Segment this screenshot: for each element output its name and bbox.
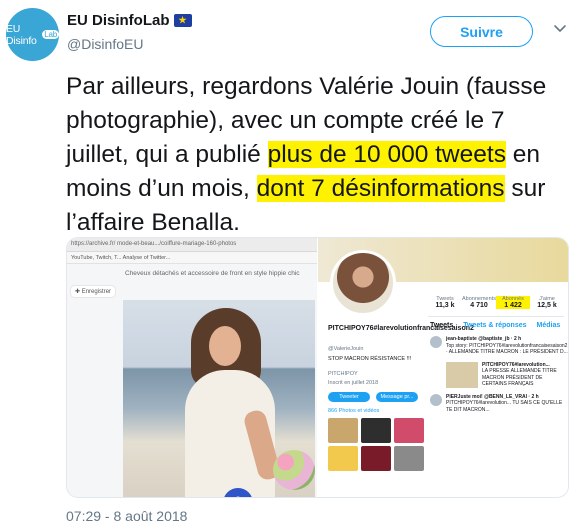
feed-text: LA PRESSE ALLEMANDE TITRE MACRON PRÉSIDE…	[482, 368, 557, 387]
twitter-profile-screenshot: Tweets 11,3 k Abonnements 4 710 Abonnés 1 4…	[318, 238, 568, 497]
site-header: Cheveux détachés et accessoire de front …	[125, 270, 300, 277]
photo-face	[209, 326, 241, 366]
stat-followers: Abonnés 1 422	[496, 296, 530, 309]
profile-location: PITCHIPOY	[328, 371, 358, 377]
feed-avatar	[430, 336, 442, 348]
photos-label: 866 Photos et vidéos	[328, 408, 380, 414]
stat-value: 12,5 k	[537, 302, 557, 309]
stat-value: 11,3 k	[435, 302, 455, 309]
feed-item: PITCHIPOY76#larevolution... LA PRESSE ALL…	[430, 361, 568, 388]
photo-thumbnails	[328, 418, 428, 471]
feed-author: PITCHIPOY76#larevolution...	[482, 361, 550, 368]
display-name-text: EU DisinfoLab	[67, 12, 170, 29]
save-label: Enregistrer	[81, 289, 112, 295]
stat-likes: J'aime 12,5 k	[530, 296, 564, 309]
tab-tweets: Tweets	[430, 322, 454, 329]
stats-divider	[428, 316, 564, 317]
avatar-text: EU Disinfo	[6, 22, 37, 47]
address-bar: https://archive.fr/ mode-et-beau.../coif…	[67, 238, 317, 252]
account-handle[interactable]: @DisinfoEU	[67, 36, 143, 52]
feed-author: jean-baptiste @baptiste_jb · 2 h	[446, 336, 522, 342]
feed-item: PIERJuste moi! @BENN_LE_VRAI · 2 h PITCHI…	[430, 393, 568, 414]
display-name[interactable]: EU DisinfoLab ★	[67, 12, 192, 29]
feed-body: PIERJuste moi! @BENN_LE_VRAI · 2 h PITCHI…	[446, 394, 568, 414]
thumbnail	[394, 446, 424, 471]
thumbnail	[394, 418, 424, 443]
stat-following: Abonnements 4 710	[462, 296, 496, 309]
tweet-highlight: dont 7 désinformations	[256, 175, 505, 202]
web-screenshot: https://archive.fr/ mode-et-beau.../coif…	[67, 238, 317, 497]
feed-text: Top story: PITCHIPOY76#larevolutionfranc…	[446, 342, 568, 356]
message-button: Message pr...	[376, 392, 418, 402]
feed-body: jean-baptiste @baptiste_jb · 2 h Top stor…	[446, 336, 568, 356]
stat-tweets: Tweets 11,3 k	[428, 296, 462, 309]
save-button: ✚ Enregistrer	[71, 286, 116, 297]
stat-value: 4 710	[470, 302, 488, 309]
thumbnail	[328, 446, 358, 471]
feed-text: PITCHIPOY76#larevolution... TU SAIS CE Q…	[446, 400, 563, 413]
tweet-media[interactable]: https://archive.fr/ mode-et-beau.../coif…	[66, 237, 569, 498]
tweet-highlight: plus de 10 000 tweets	[267, 141, 506, 168]
feed-item: jean-baptiste @baptiste_jb · 2 h Top stor…	[430, 336, 568, 356]
thumbnail	[328, 418, 358, 443]
profile-meta: PITCHIPOY Inscrit en juillet 2018	[328, 370, 378, 388]
avatar-badge: Lab	[42, 30, 59, 39]
profile-handle: @ValerieJouin	[328, 346, 364, 352]
profile-stats: Tweets 11,3 k Abonnements 4 710 Abonnés 1 4…	[428, 296, 564, 309]
feed-image	[446, 361, 478, 388]
tweet-button: Tweeter	[328, 392, 370, 402]
feed-avatar	[430, 393, 442, 406]
bookmarks-bar: YouTube, Twitch, T... Analyse of Twitter…	[67, 252, 317, 264]
account-avatar[interactable]: EU Disinfo Lab	[6, 8, 59, 61]
stat-value: 1 422	[504, 302, 522, 309]
tab-media: Médias	[536, 322, 561, 329]
wedding-photo: +	[123, 300, 315, 497]
feed-body: PITCHIPOY76#larevolution... LA PRESSE ALL…	[482, 362, 568, 388]
eu-flag-icon: ★	[173, 14, 192, 27]
chevron-down-icon[interactable]	[552, 20, 568, 36]
feed-author: PIERJuste moi! @BENN_LE_VRAI · 2 h	[446, 393, 539, 400]
tab-replies: Tweets & réponses	[463, 322, 527, 329]
tweet-timestamp[interactable]: 07:29 - 8 août 2018	[66, 508, 187, 524]
profile-feed: jean-baptiste @baptiste_jb · 2 h Top stor…	[430, 336, 568, 419]
profile-joined: Inscrit en juillet 2018	[328, 380, 379, 386]
thumbnail	[361, 418, 391, 443]
profile-picture	[330, 250, 396, 316]
profile-name: PITCHIPOY76#larevolutionfrancaisesaison2	[328, 325, 474, 332]
profile-tabs: Tweets Tweets & réponses Médias	[430, 322, 560, 329]
profile-bio: STOP MACRON RÉSISTANCE !!!	[328, 356, 412, 362]
tweet-text: Par ailleurs, regardons Valérie Jouin (f…	[66, 70, 566, 240]
photo-bouquet	[273, 450, 315, 490]
follow-button[interactable]: Suivre	[430, 16, 533, 47]
thumbnail	[361, 446, 391, 471]
